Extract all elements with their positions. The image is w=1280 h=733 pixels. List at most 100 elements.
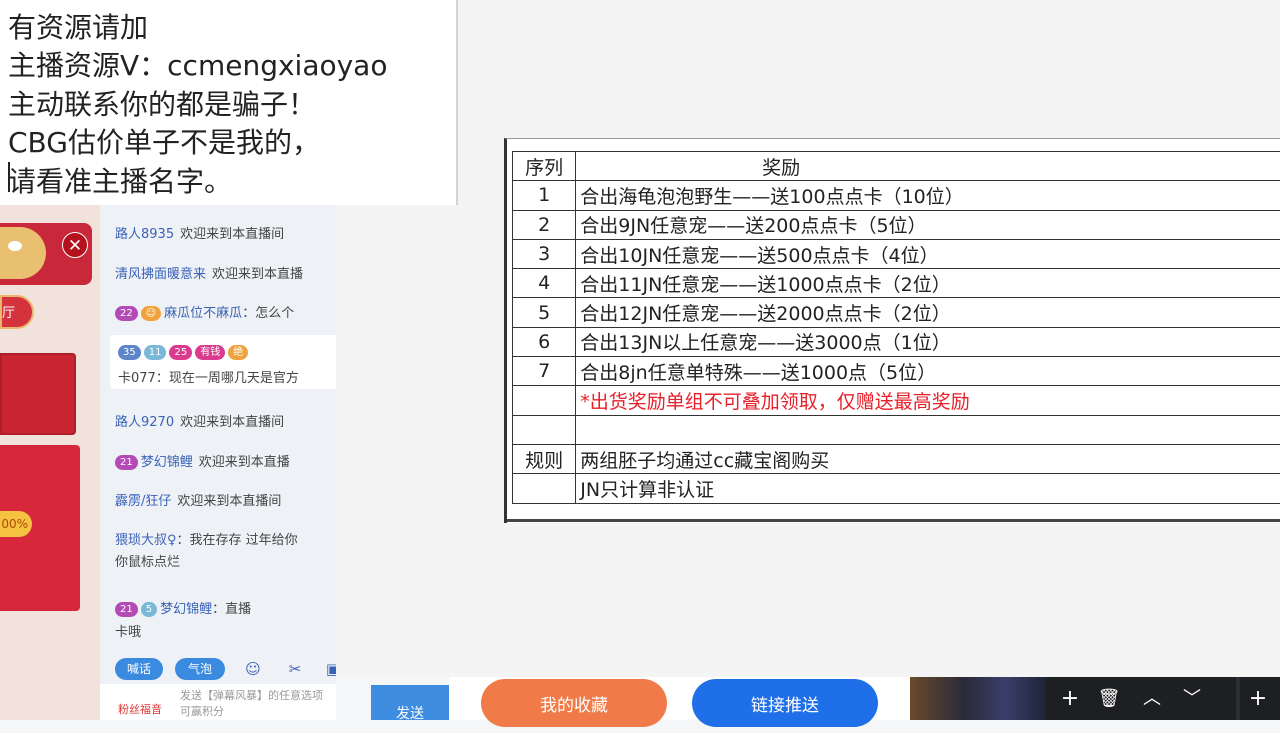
reward-table-window: 序列 奖励 1合出海龟泡泡野生——送100点点卡（10位） 2合出9JN任意宠—… <box>504 138 1280 523</box>
notice-edge <box>456 0 458 205</box>
chat-text: ：怎么个 <box>242 306 294 321</box>
row-text <box>576 415 1280 444</box>
row-index: 规则 <box>513 444 576 473</box>
table-bottom-border <box>507 519 1280 522</box>
trash-icon[interactable]: 🗑 <box>1091 681 1127 717</box>
row-index: 6 <box>513 327 576 356</box>
notice-line: CBG估价单子不是我的， <box>8 121 320 161</box>
row-text: 合出10JN任意宠——送500点点卡（4位） <box>576 239 1280 268</box>
chat-username[interactable]: 路人8935 <box>115 227 174 242</box>
row-text: 合出12JN任意宠——送2000点点卡（2位） <box>576 298 1280 327</box>
chat-message-cont: 卡哦 <box>115 621 141 640</box>
chat-panel: 路人8935欢迎来到本直播间 清风拂面暖意来欢迎来到本直播 22☺麻瓜位不麻瓜：… <box>100 205 336 720</box>
video-thumbnail[interactable] <box>910 677 1046 720</box>
chat-username[interactable]: 霹雳/狂仔 <box>115 494 171 509</box>
level-badge: 21 <box>115 602 138 617</box>
shout-button[interactable]: 喊话 <box>115 658 163 680</box>
chat-username[interactable]: 猥琐大叔♀ <box>115 533 177 548</box>
chat-username[interactable]: 卡077 <box>118 371 156 386</box>
title-badge: 绝 <box>228 345 248 360</box>
row-index <box>513 415 576 444</box>
notice-textbox[interactable]: 有资源请加 主播资源V：ccmengxiaoyao 主动联系你的都是骗子！ CB… <box>0 0 456 205</box>
row-text: JN只计算非认证 <box>576 474 1280 503</box>
table-row: JN只计算非认证 <box>513 474 1280 503</box>
row-text: 合出11JN任意宠——送1000点点卡（2位） <box>576 269 1280 298</box>
chat-message: 清风拂面暖意来欢迎来到本直播 <box>115 263 303 282</box>
chat-message: 21梦幻锦鲤欢迎来到本直播 <box>115 451 290 470</box>
fan-badge: 11 <box>144 345 167 360</box>
row-index: 4 <box>513 269 576 298</box>
row-index: 7 <box>513 357 576 386</box>
row-text: 合出8jn任意单特殊——送1000点（5位） <box>576 357 1280 386</box>
chat-input-row: 粉丝福音 发送【弹幕风暴】的任意选项可赢积分 <box>100 684 336 720</box>
chat-username[interactable]: 路人9270 <box>115 415 174 430</box>
fan-badge: 5 <box>141 602 157 617</box>
notice-line: 有资源请加 <box>8 6 148 46</box>
header-reward: 奖励 <box>576 152 1280 181</box>
fans-gift-button[interactable]: 粉丝福音 <box>108 688 172 720</box>
table-row: 7合出8jn任意单特殊——送1000点（5位） <box>513 357 1280 386</box>
row-index: 2 <box>513 210 576 239</box>
row-text: 合出13JN以上任意宠——送3000点（1位） <box>576 327 1280 356</box>
chat-username[interactable]: 清风拂面暖意来 <box>115 267 206 282</box>
table-header-row: 序列 奖励 <box>513 152 1280 181</box>
chat-text: 欢迎来到本直播 <box>199 455 290 470</box>
table-row: 6合出13JN以上任意宠——送3000点（1位） <box>513 327 1280 356</box>
table-row <box>513 415 1280 444</box>
scissors-icon[interactable]: ✂ <box>285 659 305 679</box>
promo-hall-button[interactable]: 厅 <box>0 295 34 329</box>
bubble-button[interactable]: 气泡 <box>175 658 225 680</box>
table-row: 3合出10JN任意宠——送500点点卡（4位） <box>513 239 1280 268</box>
text-caret <box>8 162 10 192</box>
level-badge: 21 <box>115 455 138 470</box>
chat-message: 猥琐大叔♀：我在存存 过年给你 <box>115 529 298 548</box>
reward-table: 序列 奖励 1合出海龟泡泡野生——送100点点卡（10位） 2合出9JN任意宠—… <box>512 151 1280 504</box>
add-scene-icon[interactable]: + <box>1240 681 1276 717</box>
chat-message: 路人8935 欢迎来到本直播间 <box>115 223 284 242</box>
row-text: 两组胚子均通过cc藏宝阁购买 <box>576 444 1280 473</box>
chat-message-card: 351125有钱绝 卡077：现在一周哪几天是官方 <box>110 335 336 389</box>
chat-text: ：现在一周哪几天是官方 <box>156 371 299 386</box>
level-badge: 22 <box>115 306 138 321</box>
vip-badge: 35 <box>118 345 141 360</box>
chat-text: ：我在存存 过年给你 <box>177 533 298 548</box>
row-index: 5 <box>513 298 576 327</box>
row-warning-text: *出货奖励单组不可叠加领取，仅赠送最高奖励 <box>576 386 1280 415</box>
notice-line: 主播资源V：ccmengxiaoyao <box>8 44 387 84</box>
table-row: 1合出海龟泡泡野生——送100点点卡（10位） <box>513 181 1280 210</box>
promo-card[interactable] <box>0 353 76 435</box>
chat-message: 路人9270 欢迎来到本直播间 <box>115 411 284 430</box>
chat-text: ：直播 <box>212 602 251 617</box>
rich-badge: 有钱 <box>195 345 225 360</box>
chevron-up-icon[interactable]: ︿ <box>1134 681 1170 717</box>
plus-icon[interactable]: + <box>1052 681 1088 717</box>
chat-text: 欢迎来到本直播间 <box>180 227 284 242</box>
chat-username[interactable]: 梦幻锦鲤 <box>141 455 193 470</box>
bottom-bar: 我的收藏 链接推送 + 🗑 ︿ ﹀ + <box>449 677 1280 720</box>
table-row: *出货奖励单组不可叠加领取，仅赠送最高奖励 <box>513 386 1280 415</box>
chat-username[interactable]: 麻瓜位不麻瓜 <box>164 306 242 321</box>
table-row: 2合出9JN任意宠——送200点点卡（5位） <box>513 210 1280 239</box>
row-text: 合出海龟泡泡野生——送100点点卡（10位） <box>576 181 1280 210</box>
notice-line: 主动联系你的都是骗子！ <box>8 83 316 123</box>
chat-text: 欢迎来到本直播间 <box>180 415 284 430</box>
send-button[interactable]: 发送 <box>371 685 449 720</box>
table-row: 规则两组胚子均通过cc藏宝阁购买 <box>513 444 1280 473</box>
table-row: 5合出12JN任意宠——送2000点点卡（2位） <box>513 298 1280 327</box>
chat-toolbar: 喊话 气泡 ☺ ✂ ▣ <box>100 654 336 684</box>
progress-percent: 00% <box>0 511 32 537</box>
row-index <box>513 386 576 415</box>
row-index: 1 <box>513 181 576 210</box>
chat-username[interactable]: 梦幻锦鲤 <box>160 602 212 617</box>
chevron-down-icon[interactable]: ﹀ <box>1174 681 1210 717</box>
chat-message: 霹雳/狂仔欢迎来到本直播间 <box>115 490 281 509</box>
chat-input[interactable]: 发送【弹幕风暴】的任意选项可赢积分 <box>180 688 330 720</box>
row-index <box>513 474 576 503</box>
chat-text: 欢迎来到本直播间 <box>177 494 281 509</box>
emoji-icon[interactable]: ☺ <box>243 659 263 679</box>
chat-message: 22☺麻瓜位不麻瓜：怎么个 <box>115 302 294 321</box>
row-index: 3 <box>513 239 576 268</box>
image-icon[interactable]: ▣ <box>323 659 336 679</box>
notice-line: 请看准主播名字。 <box>8 160 232 200</box>
close-icon[interactable]: ✕ <box>62 232 88 258</box>
